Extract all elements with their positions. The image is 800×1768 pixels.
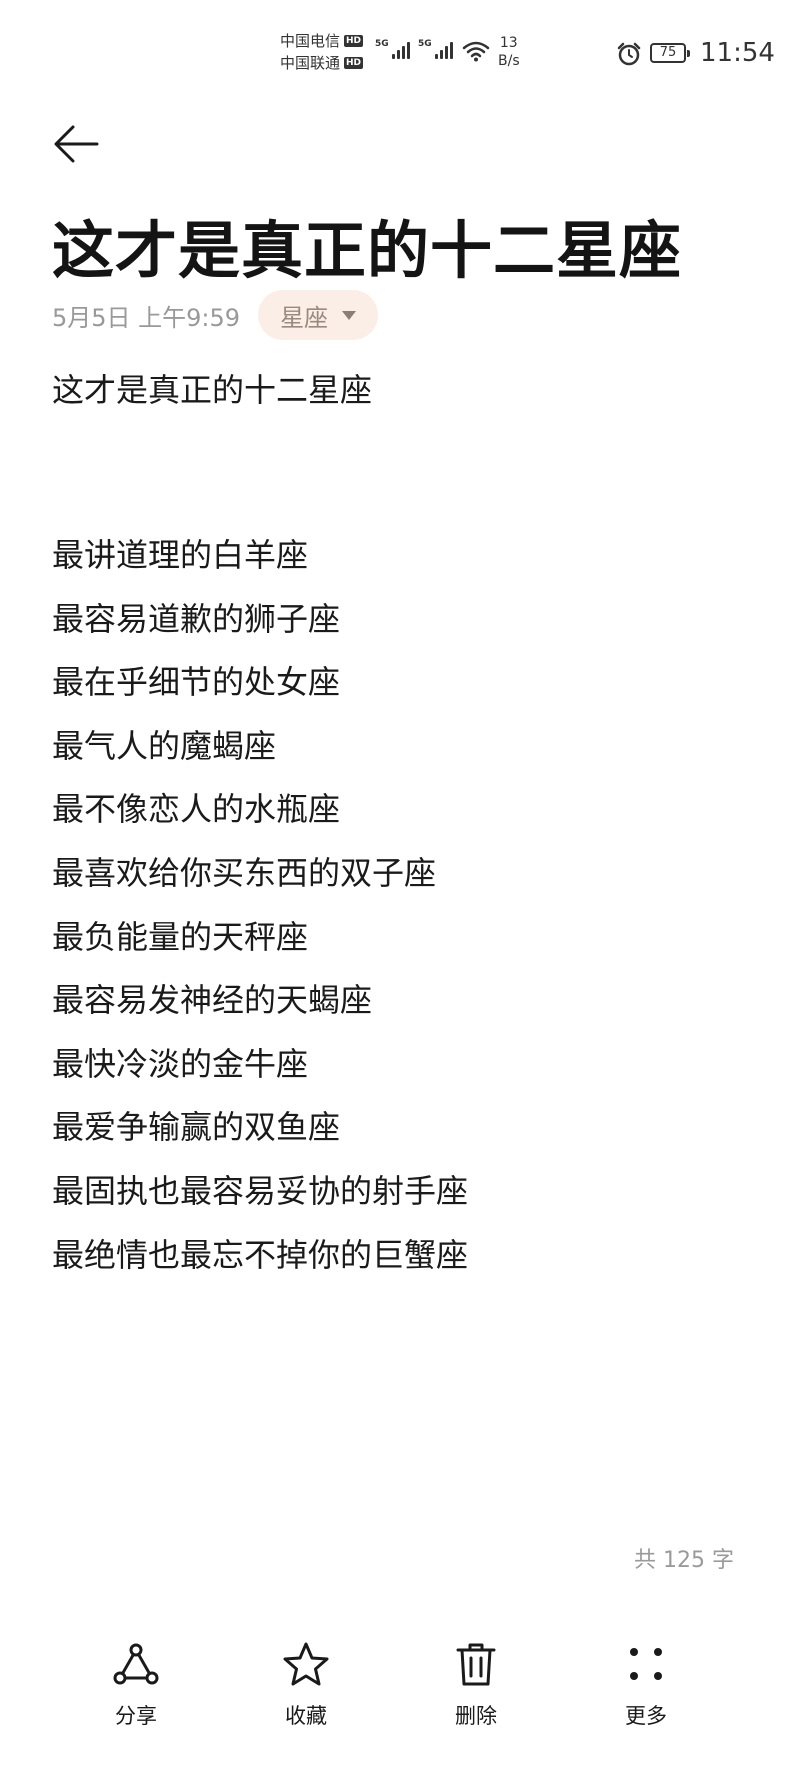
- body-line: 最在乎细节的处女座: [52, 663, 341, 702]
- body-line: 最不像恋人的水瓶座: [52, 790, 341, 829]
- share-label: 分享: [115, 1704, 157, 1728]
- carrier-2-name: 中国联通: [280, 54, 341, 72]
- alarm-icon: [617, 42, 641, 66]
- arrow-left-icon: [54, 125, 99, 163]
- note-meta: 5月5日 上午9:59 星座: [52, 290, 379, 340]
- net-speed-unit: B/s: [498, 53, 520, 69]
- delete-button[interactable]: 删除: [421, 1620, 531, 1740]
- status-time: 11:54: [700, 38, 775, 68]
- body-line: 最喜欢给你买东西的双子座: [52, 853, 437, 892]
- body-line: 最讲道理的白羊座: [52, 536, 309, 574]
- body-heading: 这才是真正的十二星座: [52, 371, 373, 409]
- wifi-icon: [462, 41, 490, 62]
- body-line: 最气人的魔蝎座: [52, 726, 277, 765]
- bottom-toolbar: 分享 收藏 删除 更多: [0, 1620, 800, 1750]
- note-body[interactable]: 这才是真正的十二星座 最讲道理的白羊座 最容易道歉的狮子座 最在乎细节的处女座 …: [52, 365, 752, 1303]
- network-type-label: 5G: [375, 39, 389, 49]
- signal-icon: 5G: [418, 39, 453, 59]
- word-count: 共 125 字: [634, 1548, 734, 1573]
- network-type-label: 5G: [418, 39, 432, 49]
- more-button[interactable]: 更多: [591, 1620, 701, 1740]
- signal-icon: 5G: [375, 39, 410, 59]
- body-line: 最容易道歉的狮子座: [52, 599, 341, 638]
- delete-label: 删除: [455, 1704, 497, 1728]
- body-lines: 最讲道理的白羊座 最容易道歉的狮子座 最在乎细节的处女座 最气人的魔蝎座 最不像…: [52, 524, 752, 1287]
- category-selector[interactable]: 星座: [258, 290, 379, 340]
- body-line: 最容易发神经的天蝎座: [52, 981, 373, 1020]
- body-line: 最固执也最容易妥协的射手座: [52, 1171, 469, 1210]
- back-button[interactable]: [50, 118, 102, 170]
- share-icon: [113, 1643, 159, 1685]
- more-dots-icon: [630, 1648, 662, 1680]
- star-icon: [283, 1642, 329, 1686]
- hd-badge: HD: [344, 35, 364, 47]
- share-button[interactable]: 分享: [81, 1620, 191, 1740]
- note-title[interactable]: 这才是真正的十二星座: [52, 200, 682, 290]
- net-speed: 13 B/s: [498, 34, 520, 70]
- category-label: 星座: [280, 303, 329, 332]
- status-bar: 中国电信 HD 中国联通 HD 5G 5G 13 B/s 75 11:54: [0, 24, 800, 84]
- carrier-info: 中国电信 HD 中国联通 HD: [280, 30, 364, 74]
- carrier-1-name: 中国电信: [280, 32, 341, 50]
- hd-badge: HD: [344, 57, 364, 69]
- favorite-button[interactable]: 收藏: [251, 1620, 361, 1740]
- body-line: 最快冷淡的金牛座: [52, 1044, 309, 1083]
- net-speed-value: 13: [499, 35, 518, 51]
- trash-icon: [456, 1643, 496, 1686]
- battery-level: 75: [659, 45, 677, 60]
- battery-icon: 75: [650, 43, 690, 63]
- favorite-label: 收藏: [285, 1704, 327, 1728]
- caret-down-icon: [342, 310, 357, 320]
- more-label: 更多: [625, 1704, 667, 1728]
- body-line: 最绝情也最忘不掉你的巨蟹座: [52, 1235, 469, 1274]
- body-line: 最爱争输赢的双鱼座: [52, 1108, 341, 1147]
- body-line: 最负能量的天秤座: [52, 917, 309, 956]
- note-date: 5月5日 上午9:59: [52, 303, 241, 332]
